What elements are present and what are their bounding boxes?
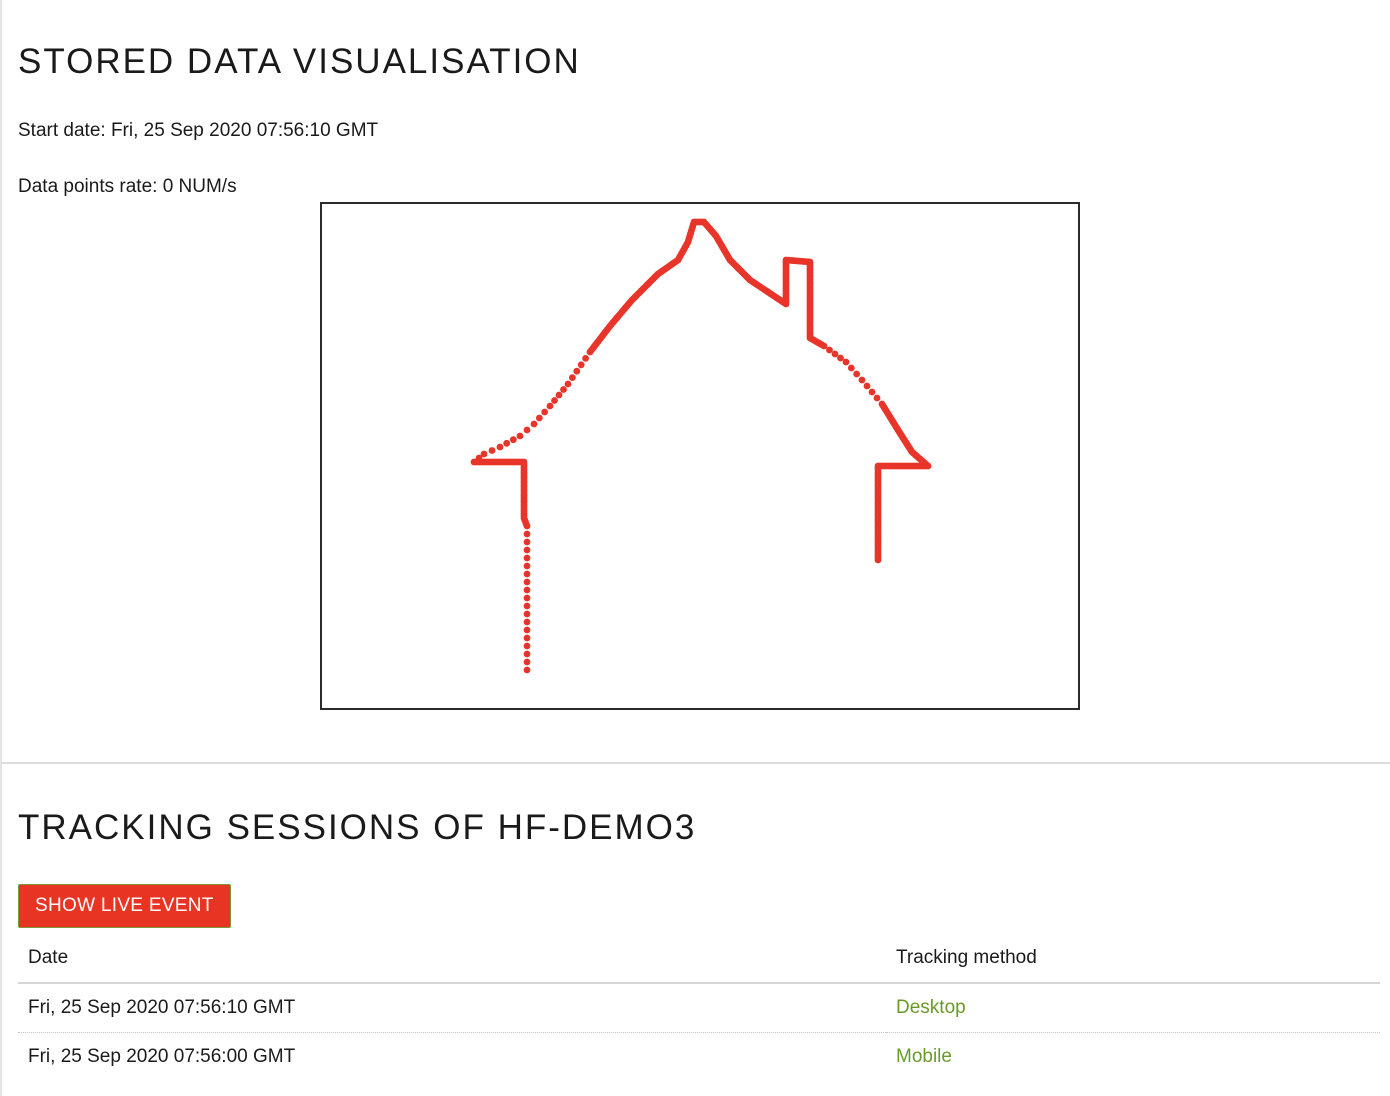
tracking-sessions-title: TRACKING SESSIONS OF HF-DEMO3 bbox=[18, 808, 697, 847]
tracking-sessions-panel: TRACKING SESSIONS OF HF-DEMO3 SHOW LIVE … bbox=[0, 762, 1390, 1096]
stroke-point bbox=[523, 658, 531, 666]
table-row[interactable]: Fri, 25 Sep 2020 07:56:10 GMT Desktop bbox=[18, 983, 1380, 1033]
stroke-point bbox=[523, 570, 531, 578]
stroke-point bbox=[577, 361, 585, 369]
stroke-point bbox=[523, 538, 531, 546]
stroke-point bbox=[847, 364, 855, 372]
stroke-point bbox=[564, 380, 572, 388]
stroke-point bbox=[853, 370, 861, 378]
stroke-point bbox=[546, 402, 554, 410]
stroke-point bbox=[488, 447, 496, 454]
stroke-point bbox=[863, 382, 871, 390]
date-column-header[interactable]: Date bbox=[18, 934, 886, 983]
session-method-link[interactable]: Mobile bbox=[896, 1046, 952, 1067]
stroke-point bbox=[523, 626, 531, 634]
stroke-point bbox=[837, 354, 844, 362]
stroke-point bbox=[551, 397, 558, 404]
stored-data-panel: STORED DATA VISUALISATION Start date: Fr… bbox=[0, 0, 1390, 762]
stroke-point bbox=[523, 634, 531, 642]
stroke-point bbox=[503, 439, 511, 447]
stroke-point bbox=[523, 586, 531, 594]
stroke-point bbox=[496, 443, 504, 451]
page: STORED DATA VISUALISATION Start date: Fr… bbox=[0, 0, 1390, 1096]
stroke-point bbox=[573, 367, 581, 375]
stroke-point bbox=[820, 342, 828, 350]
stored-data-title: STORED DATA VISUALISATION bbox=[18, 42, 581, 81]
session-date: Fri, 25 Sep 2020 07:56:10 GMT bbox=[28, 997, 296, 1018]
stroke-point bbox=[523, 562, 531, 570]
stroke-point bbox=[826, 346, 833, 354]
stroke-point bbox=[560, 386, 567, 393]
stroke-point bbox=[569, 374, 576, 381]
stroke-point bbox=[523, 426, 531, 434]
stroke-point bbox=[582, 355, 589, 362]
stroke-point bbox=[523, 554, 531, 562]
stroke-point bbox=[523, 642, 531, 650]
stroke-point bbox=[523, 530, 531, 538]
stroke-point bbox=[523, 546, 531, 554]
stroke-point bbox=[523, 578, 531, 586]
stroke-point bbox=[523, 610, 531, 618]
session-method-cell: Desktop bbox=[886, 983, 1380, 1033]
stroke-point bbox=[555, 391, 563, 399]
table-row[interactable]: Fri, 25 Sep 2020 07:56:00 GMT Mobile bbox=[18, 1033, 1380, 1082]
drawing-canvas[interactable] bbox=[320, 202, 1080, 710]
data-points-rate-text: Data points rate: 0 NUM/s bbox=[18, 176, 237, 197]
stroke-point bbox=[831, 350, 839, 358]
session-method-link[interactable]: Desktop bbox=[896, 997, 966, 1018]
stroke-layer bbox=[470, 218, 932, 674]
stroke-point bbox=[858, 376, 866, 384]
stroke-point bbox=[523, 650, 531, 658]
sessions-table: Date Tracking method Fri, 25 Sep 2020 07… bbox=[18, 934, 1380, 1081]
stroke-point bbox=[523, 602, 531, 610]
stroke-point bbox=[535, 414, 543, 422]
stroke-point bbox=[480, 450, 488, 458]
session-method-cell: Mobile bbox=[886, 1033, 1380, 1082]
stroke-point bbox=[873, 394, 881, 402]
tracking-method-column-header[interactable]: Tracking method bbox=[886, 934, 1380, 983]
stroke-point bbox=[509, 436, 517, 444]
session-date: Fri, 25 Sep 2020 07:56:00 GMT bbox=[28, 1046, 296, 1067]
stroke-point bbox=[523, 618, 531, 626]
stroke-point bbox=[842, 358, 850, 366]
stroke-point bbox=[523, 666, 531, 674]
show-live-event-button[interactable]: SHOW LIVE EVENT bbox=[18, 884, 231, 928]
start-date-text: Start date: Fri, 25 Sep 2020 07:56:10 GM… bbox=[18, 120, 379, 141]
stroke-point bbox=[530, 420, 538, 428]
stroke-point bbox=[868, 388, 876, 396]
table-header-row: Date Tracking method bbox=[18, 934, 1380, 983]
stroke-point bbox=[516, 432, 524, 440]
stroke-point bbox=[541, 408, 549, 416]
stroke-point bbox=[523, 594, 531, 602]
stroke-point bbox=[874, 556, 882, 564]
drawing-svg bbox=[470, 218, 932, 674]
